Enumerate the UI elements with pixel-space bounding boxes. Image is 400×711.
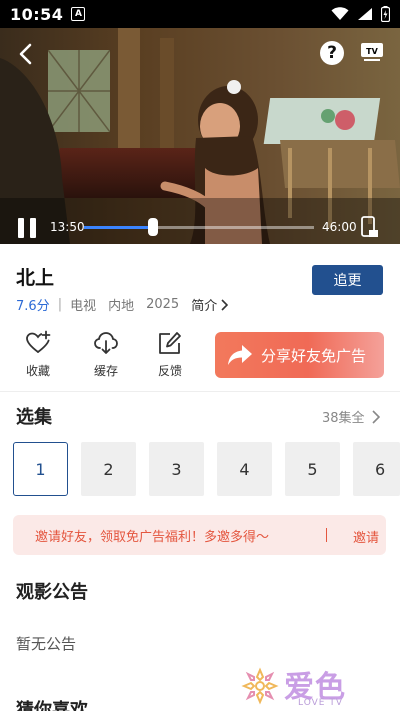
share-arrow-icon bbox=[228, 345, 252, 365]
wifi-icon bbox=[331, 7, 349, 20]
episode-item[interactable]: 1 bbox=[13, 442, 68, 496]
fullscreen-icon[interactable] bbox=[361, 216, 379, 238]
favorite-button[interactable]: 收藏 bbox=[16, 330, 60, 380]
region: 内地 bbox=[108, 299, 135, 314]
episode-item[interactable]: 4 bbox=[217, 442, 272, 496]
episode-item[interactable]: 3 bbox=[149, 442, 204, 496]
feedback-button[interactable]: 反馈 bbox=[148, 330, 192, 380]
watermark-logo: 爱色 LOVE TV bbox=[240, 660, 370, 710]
recommend-title: 猜你喜欢 bbox=[16, 700, 88, 711]
year: 2025 bbox=[146, 297, 180, 312]
help-icon[interactable]: ? bbox=[320, 41, 344, 65]
episode-item[interactable]: 5 bbox=[285, 442, 340, 496]
signal-icon bbox=[358, 8, 372, 20]
chevron-right-icon bbox=[371, 409, 380, 424]
total-time: 46:00 bbox=[322, 220, 357, 234]
intro-label: 简介 bbox=[191, 299, 218, 314]
heart-plus-icon bbox=[26, 330, 51, 353]
download-label: 缓存 bbox=[93, 364, 118, 378]
meta-separator: | bbox=[57, 297, 63, 312]
episode-item[interactable]: 6 bbox=[353, 442, 400, 496]
banner-divider bbox=[326, 528, 327, 542]
invite-banner[interactable]: 邀请好友，领取免广告福利！多邀多得～ 邀请 bbox=[13, 515, 386, 555]
invite-banner-text: 邀请好友，领取免广告福利！多邀多得～ bbox=[35, 529, 270, 545]
favorite-label: 收藏 bbox=[25, 364, 50, 378]
download-button[interactable]: 缓存 bbox=[84, 330, 128, 380]
status-bar: 10:54 A bbox=[0, 0, 400, 28]
status-icons bbox=[331, 6, 390, 22]
notice-body: 暂无公告 bbox=[16, 635, 77, 653]
share-button[interactable]: 分享好友免广告 bbox=[215, 332, 384, 378]
follow-button[interactable]: 追更 bbox=[312, 265, 383, 295]
rating: 7.6分 bbox=[16, 299, 50, 314]
player-controls: 13:50 46:00 bbox=[0, 212, 400, 244]
player-topbar: ? TV bbox=[0, 28, 400, 78]
feedback-label: 反馈 bbox=[157, 364, 182, 378]
progress-fill bbox=[84, 226, 153, 229]
intro-link[interactable]: 简介 bbox=[191, 295, 229, 314]
back-icon[interactable] bbox=[12, 40, 40, 68]
episode-item[interactable]: 2 bbox=[81, 442, 136, 496]
episodes-title: 选集 bbox=[16, 407, 52, 428]
cloud-download-icon bbox=[94, 332, 118, 354]
video-player[interactable]: ? TV 13:50 46:00 bbox=[0, 28, 400, 244]
tv-cast-label: TV bbox=[366, 47, 378, 56]
episode-count-link[interactable]: 38集全 bbox=[322, 407, 380, 426]
flower-logo-icon bbox=[241, 667, 279, 705]
watermark-sub: LOVE TV bbox=[298, 698, 343, 708]
invite-link[interactable]: 邀请 bbox=[353, 527, 379, 546]
progress-thumb[interactable] bbox=[148, 218, 158, 236]
status-time: 10:54 bbox=[10, 4, 64, 24]
chevron-right-icon bbox=[221, 298, 229, 311]
current-time: 13:50 bbox=[50, 220, 85, 234]
edit-icon bbox=[159, 332, 181, 354]
page-title: 北上 bbox=[16, 267, 55, 289]
episode-count: 38集全 bbox=[322, 411, 365, 426]
pause-icon[interactable] bbox=[18, 218, 38, 238]
divider bbox=[0, 391, 400, 392]
progress-bar[interactable] bbox=[84, 218, 314, 236]
notification-icon: A bbox=[71, 7, 86, 21]
share-label: 分享好友免广告 bbox=[261, 346, 367, 365]
show-meta: 7.6分 | 电视 内地 2025 简介 bbox=[16, 295, 229, 314]
battery-icon bbox=[381, 6, 390, 22]
tv-cast-icon[interactable]: TV bbox=[360, 40, 384, 64]
category: 电视 bbox=[70, 299, 97, 314]
notice-title: 观影公告 bbox=[16, 582, 88, 603]
